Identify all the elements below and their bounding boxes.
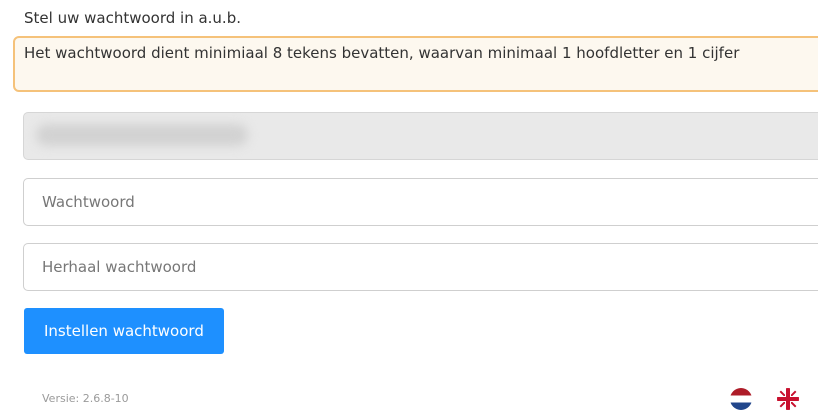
netherlands-flag-icon[interactable] bbox=[730, 388, 752, 410]
uk-flag-icon[interactable] bbox=[777, 388, 799, 410]
version-label: Versie: 2.6.8-10 bbox=[42, 392, 129, 405]
password-input[interactable] bbox=[23, 178, 818, 226]
set-password-button[interactable]: Instellen wachtwoord bbox=[24, 308, 224, 354]
instruction-text: Stel uw wachtwoord in a.u.b. bbox=[24, 9, 241, 27]
repeat-password-input[interactable] bbox=[23, 243, 818, 291]
blurred-username-value bbox=[36, 124, 248, 146]
password-setup-page: Stel uw wachtwoord in a.u.b. Het wachtwo… bbox=[0, 0, 818, 410]
password-requirements-hint: Het wachtwoord dient minimiaal 8 tekens … bbox=[13, 36, 818, 92]
